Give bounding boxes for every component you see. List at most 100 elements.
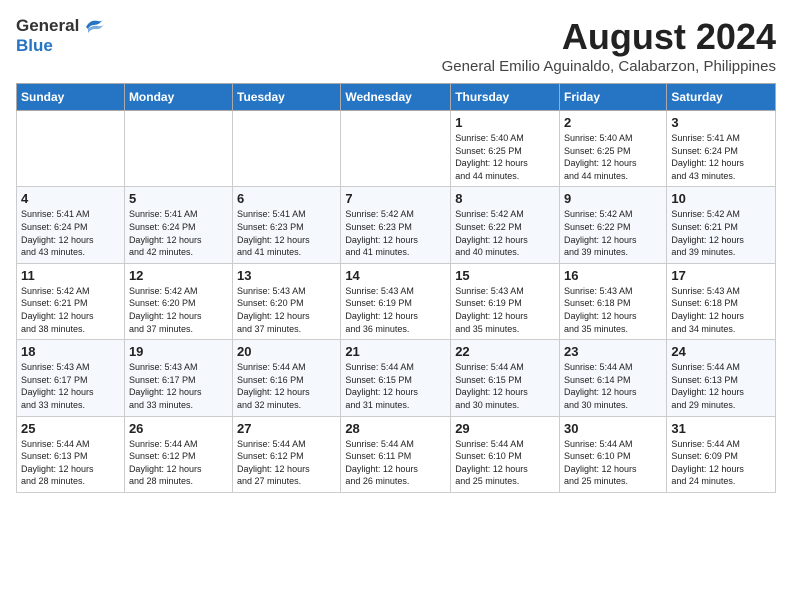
weekday-header-row: SundayMondayTuesdayWednesdayThursdayFrid… [17,84,776,111]
day-number: 28 [345,421,446,436]
day-number: 5 [129,191,228,206]
day-number: 12 [129,268,228,283]
calendar-week-5: 25 Sunrise: 5:44 AM Sunset: 6:13 PM Dayli… [17,416,776,492]
cell-sun-info: Sunrise: 5:44 AM Sunset: 6:13 PM Dayligh… [21,438,120,488]
cell-sun-info: Sunrise: 5:44 AM Sunset: 6:10 PM Dayligh… [564,438,662,488]
page-header: General Blue August 2024 General Emilio … [16,16,776,75]
title-area: August 2024 General Emilio Aguinaldo, Ca… [442,16,776,75]
calendar-cell: 28 Sunrise: 5:44 AM Sunset: 6:11 PM Dayli… [341,416,451,492]
logo-bird-icon [82,17,104,35]
weekday-header-friday: Friday [560,84,667,111]
cell-sun-info: Sunrise: 5:42 AM Sunset: 6:21 PM Dayligh… [21,285,120,335]
day-number: 29 [455,421,555,436]
calendar-cell: 9Sunrise: 5:42 AM Sunset: 6:22 PM Daylig… [560,187,667,263]
logo: General Blue [16,16,104,56]
cell-sun-info: Sunrise: 5:44 AM Sunset: 6:11 PM Dayligh… [345,438,446,488]
day-number: 20 [237,344,336,359]
day-number: 21 [345,344,446,359]
calendar-table: SundayMondayTuesdayWednesdayThursdayFrid… [16,83,776,493]
day-number: 18 [21,344,120,359]
calendar-cell: 7 Sunrise: 5:42 AM Sunset: 6:23 PM Daylig… [341,187,451,263]
weekday-header-sunday: Sunday [17,84,125,111]
calendar-cell: 20Sunrise: 5:44 AM Sunset: 6:16 PM Dayli… [233,340,341,416]
weekday-header-tuesday: Tuesday [233,84,341,111]
calendar-cell: 31 Sunrise: 5:44 AM Sunset: 6:09 PM Dayli… [667,416,776,492]
calendar-cell: 2Sunrise: 5:40 AM Sunset: 6:25 PM Daylig… [560,111,667,187]
cell-sun-info: Sunrise: 5:43 AM Sunset: 6:17 PM Dayligh… [129,361,228,411]
day-number: 31 [671,421,771,436]
calendar-cell: 11Sunrise: 5:42 AM Sunset: 6:21 PM Dayli… [17,263,125,339]
day-number: 10 [671,191,771,206]
day-number: 26 [129,421,228,436]
weekday-header-thursday: Thursday [451,84,560,111]
calendar-cell: 24Sunrise: 5:44 AM Sunset: 6:13 PM Dayli… [667,340,776,416]
calendar-cell: 16Sunrise: 5:43 AM Sunset: 6:18 PM Dayli… [560,263,667,339]
cell-sun-info: Sunrise: 5:44 AM Sunset: 6:12 PM Dayligh… [237,438,336,488]
calendar-cell: 21 Sunrise: 5:44 AM Sunset: 6:15 PM Dayli… [341,340,451,416]
calendar-cell: 25 Sunrise: 5:44 AM Sunset: 6:13 PM Dayli… [17,416,125,492]
calendar-cell: 15Sunrise: 5:43 AM Sunset: 6:19 PM Dayli… [451,263,560,339]
calendar-cell: 4 Sunrise: 5:41 AM Sunset: 6:24 PM Daylig… [17,187,125,263]
calendar-week-2: 4 Sunrise: 5:41 AM Sunset: 6:24 PM Daylig… [17,187,776,263]
cell-sun-info: Sunrise: 5:43 AM Sunset: 6:18 PM Dayligh… [564,285,662,335]
day-number: 4 [21,191,120,206]
cell-sun-info: Sunrise: 5:44 AM Sunset: 6:12 PM Dayligh… [129,438,228,488]
day-number: 17 [671,268,771,283]
cell-sun-info: Sunrise: 5:44 AM Sunset: 6:09 PM Dayligh… [671,438,771,488]
cell-sun-info: Sunrise: 5:40 AM Sunset: 6:25 PM Dayligh… [455,132,555,182]
location-subtitle: General Emilio Aguinaldo, Calabarzon, Ph… [442,58,776,75]
calendar-cell: 22 Sunrise: 5:44 AM Sunset: 6:15 PM Dayli… [451,340,560,416]
cell-sun-info: Sunrise: 5:42 AM Sunset: 6:20 PM Dayligh… [129,285,228,335]
calendar-cell: 14Sunrise: 5:43 AM Sunset: 6:19 PM Dayli… [341,263,451,339]
calendar-cell [124,111,232,187]
calendar-cell: 23 Sunrise: 5:44 AM Sunset: 6:14 PM Dayli… [560,340,667,416]
day-number: 15 [455,268,555,283]
cell-sun-info: Sunrise: 5:44 AM Sunset: 6:15 PM Dayligh… [455,361,555,411]
cell-sun-info: Sunrise: 5:41 AM Sunset: 6:24 PM Dayligh… [129,208,228,258]
calendar-cell: 30 Sunrise: 5:44 AM Sunset: 6:10 PM Dayli… [560,416,667,492]
calendar-cell: 17 Sunrise: 5:43 AM Sunset: 6:18 PM Dayli… [667,263,776,339]
month-year-title: August 2024 [442,16,776,58]
calendar-cell: 26 Sunrise: 5:44 AM Sunset: 6:12 PM Dayli… [124,416,232,492]
cell-sun-info: Sunrise: 5:42 AM Sunset: 6:21 PM Dayligh… [671,208,771,258]
day-number: 7 [345,191,446,206]
cell-sun-info: Sunrise: 5:41 AM Sunset: 6:24 PM Dayligh… [671,132,771,182]
logo-general-text: General [16,16,79,36]
calendar-cell [233,111,341,187]
calendar-cell: 1Sunrise: 5:40 AM Sunset: 6:25 PM Daylig… [451,111,560,187]
day-number: 13 [237,268,336,283]
calendar-cell: 8Sunrise: 5:42 AM Sunset: 6:22 PM Daylig… [451,187,560,263]
calendar-cell: 3 Sunrise: 5:41 AM Sunset: 6:24 PM Daylig… [667,111,776,187]
cell-sun-info: Sunrise: 5:44 AM Sunset: 6:14 PM Dayligh… [564,361,662,411]
cell-sun-info: Sunrise: 5:43 AM Sunset: 6:19 PM Dayligh… [345,285,446,335]
weekday-header-saturday: Saturday [667,84,776,111]
calendar-cell: 29 Sunrise: 5:44 AM Sunset: 6:10 PM Dayli… [451,416,560,492]
day-number: 30 [564,421,662,436]
cell-sun-info: Sunrise: 5:42 AM Sunset: 6:23 PM Dayligh… [345,208,446,258]
calendar-cell: 10 Sunrise: 5:42 AM Sunset: 6:21 PM Dayli… [667,187,776,263]
cell-sun-info: Sunrise: 5:43 AM Sunset: 6:18 PM Dayligh… [671,285,771,335]
calendar-cell: 13Sunrise: 5:43 AM Sunset: 6:20 PM Dayli… [233,263,341,339]
day-number: 8 [455,191,555,206]
day-number: 22 [455,344,555,359]
logo-blue-text: Blue [16,36,53,55]
weekday-header-wednesday: Wednesday [341,84,451,111]
calendar-cell [17,111,125,187]
calendar-cell [341,111,451,187]
cell-sun-info: Sunrise: 5:44 AM Sunset: 6:10 PM Dayligh… [455,438,555,488]
calendar-cell: 27 Sunrise: 5:44 AM Sunset: 6:12 PM Dayli… [233,416,341,492]
cell-sun-info: Sunrise: 5:44 AM Sunset: 6:15 PM Dayligh… [345,361,446,411]
calendar-cell: 18Sunrise: 5:43 AM Sunset: 6:17 PM Dayli… [17,340,125,416]
day-number: 19 [129,344,228,359]
day-number: 3 [671,115,771,130]
day-number: 27 [237,421,336,436]
calendar-cell: 6Sunrise: 5:41 AM Sunset: 6:23 PM Daylig… [233,187,341,263]
day-number: 6 [237,191,336,206]
weekday-header-monday: Monday [124,84,232,111]
calendar-week-1: 1Sunrise: 5:40 AM Sunset: 6:25 PM Daylig… [17,111,776,187]
day-number: 25 [21,421,120,436]
day-number: 23 [564,344,662,359]
calendar-cell: 12 Sunrise: 5:42 AM Sunset: 6:20 PM Dayli… [124,263,232,339]
cell-sun-info: Sunrise: 5:41 AM Sunset: 6:24 PM Dayligh… [21,208,120,258]
day-number: 2 [564,115,662,130]
